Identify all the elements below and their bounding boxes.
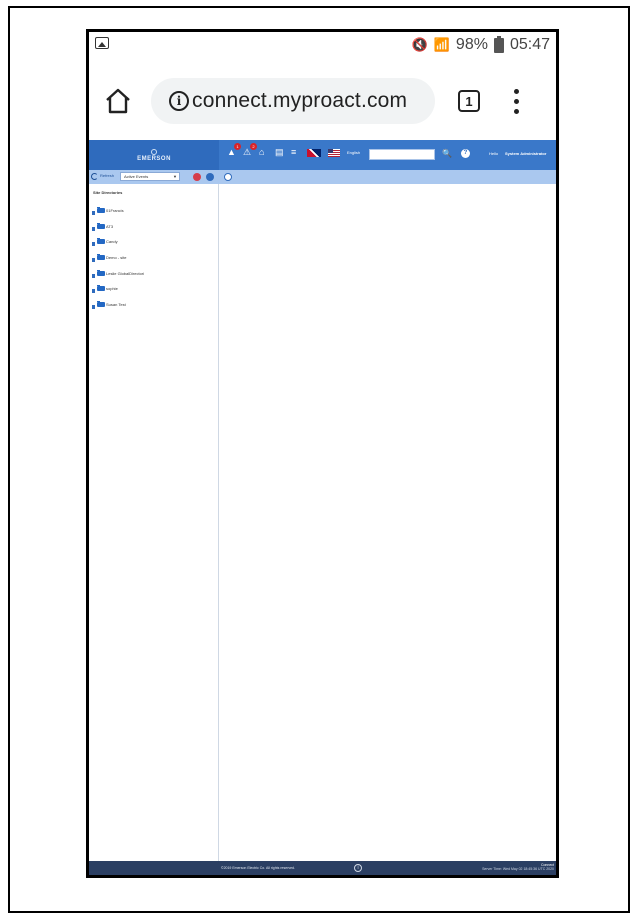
web-app: EMERSON ▲ 1 ⚠ 2 ⌂ ▤ ≡ English 🔍 ? Hello … (89, 140, 556, 875)
image-icon (95, 37, 109, 49)
tree-item-label: 01Francis (106, 208, 124, 214)
server-time: Server Time: Wed May 02 18:45:36 UTC 202… (482, 867, 554, 871)
tree-item[interactable]: Candy (89, 234, 144, 250)
tree-item-label: Susan Test (106, 301, 126, 307)
main-content (220, 184, 556, 861)
home-nav-button[interactable]: ⌂ (259, 148, 268, 157)
document-icon: ▤ (275, 147, 284, 157)
info-icon[interactable]: i (169, 91, 189, 111)
folder-icon (97, 238, 105, 245)
dot-icon (513, 88, 519, 94)
battery-icon (493, 35, 504, 53)
expander-icon[interactable] (92, 226, 95, 231)
chevron-down-icon: ▼ (173, 174, 177, 179)
collapse-button[interactable] (224, 173, 232, 181)
app-footer: ©2019 Emerson Electric Co. All rights re… (89, 861, 556, 875)
apply-button[interactable] (206, 173, 214, 181)
tree-item-label: Candy (106, 239, 118, 245)
refresh-label[interactable]: Refresh (100, 173, 114, 178)
event-filter-value: Active Events (124, 174, 149, 179)
tree-item[interactable]: Susan Test (89, 297, 144, 313)
tabs-button[interactable]: 1 (458, 90, 480, 112)
dot-icon (513, 98, 519, 104)
tree-item-label: Demo - site (106, 255, 127, 261)
battery-percent: 98% (455, 36, 488, 53)
home-icon (106, 88, 130, 114)
app-toolbar: Refresh Active Events ▼ (89, 170, 556, 184)
tree-item[interactable]: Demo - site (89, 250, 144, 266)
tree-item-label: Leslie GlobalDirectori (106, 270, 145, 276)
folder-icon (97, 269, 105, 276)
folder-icon (97, 207, 105, 214)
site-tree: 01Francis AT3 Candy Demo - site Leslie G… (89, 203, 144, 312)
info-icon[interactable]: i (354, 864, 362, 872)
mute-icon: 🔇 (411, 37, 428, 52)
language-label[interactable]: English (347, 150, 360, 155)
help-icon[interactable]: ? (461, 149, 470, 158)
notification-button[interactable]: ▲ 1 (227, 143, 241, 157)
tree-item[interactable]: sophie (89, 281, 144, 297)
expander-icon[interactable] (92, 304, 95, 309)
clock: 05:47 (509, 36, 550, 53)
alerts-button[interactable]: ⚠ 2 (243, 143, 257, 157)
event-filter-select[interactable]: Active Events ▼ (120, 172, 180, 181)
url-text: connect.myproact.com (192, 89, 408, 112)
hamburger-icon: ≡ (291, 147, 297, 157)
status-bar: 🔇 📶 98% 05:47 (89, 32, 556, 58)
dot-icon (513, 108, 519, 114)
refresh-icon[interactable] (91, 173, 98, 180)
uk-flag-icon[interactable] (307, 148, 321, 157)
alert-badge: 2 (250, 143, 257, 150)
header-icons: ▲ 1 ⚠ 2 ⌂ ▤ ≡ English (227, 143, 360, 157)
phone-screen: 🔇 📶 98% 05:47 i connect.myproact.com 1 E… (89, 32, 556, 875)
tree-item[interactable]: Leslie GlobalDirectori (89, 265, 144, 281)
hello-label: Hello (489, 151, 499, 156)
emerson-logo[interactable]: EMERSON (89, 140, 219, 170)
folder-icon (97, 222, 105, 229)
expander-icon[interactable] (92, 211, 95, 216)
sidebar-title: Site Directories (93, 190, 123, 195)
footer-right: Connect Server Time: Wed May 02 18:45:36… (482, 863, 554, 871)
app-header: EMERSON ▲ 1 ⚠ 2 ⌂ ▤ ≡ English 🔍 ? Hello … (89, 140, 556, 170)
browser-toolbar: i connect.myproact.com 1 (89, 58, 556, 140)
folder-icon (97, 285, 105, 292)
tree-item-label: AT3 (106, 223, 114, 229)
tree-item-label: sophie (106, 286, 118, 292)
notification-badge: 1 (234, 143, 241, 150)
phone-frame: 🔇 📶 98% 05:47 i connect.myproact.com 1 E… (86, 29, 559, 878)
search-icon[interactable]: 🔍 (442, 149, 452, 158)
expander-icon[interactable] (92, 242, 95, 247)
reports-button[interactable]: ▤ (275, 148, 284, 157)
folder-icon (97, 254, 105, 261)
header-search-input[interactable] (369, 149, 435, 160)
expander-icon[interactable] (92, 273, 95, 278)
user-menu[interactable]: System Administrator (505, 151, 546, 156)
address-bar[interactable]: i connect.myproact.com (151, 78, 435, 124)
logo-mark-icon (151, 148, 157, 155)
expander-icon[interactable] (92, 289, 95, 294)
folder-icon (97, 300, 105, 307)
status-right: 🔇 📶 98% 05:47 (412, 34, 550, 56)
logo-text: EMERSON (137, 155, 171, 162)
expander-icon[interactable] (92, 258, 95, 263)
copyright-text: ©2019 Emerson Electric Co. All rights re… (221, 866, 295, 870)
clear-button[interactable] (193, 173, 201, 181)
us-flag-icon[interactable] (328, 148, 340, 157)
more-menu-button[interactable] (509, 86, 523, 116)
site-directory-sidebar: Site Directories 01Francis AT3 Candy Dem… (89, 184, 219, 861)
tree-item[interactable]: 01Francis (89, 203, 144, 219)
tree-item[interactable]: AT3 (89, 219, 144, 235)
house-icon: ⌂ (259, 147, 265, 157)
menu-button[interactable]: ≡ (291, 148, 300, 157)
wifi-icon: 📶 (433, 37, 450, 52)
home-button[interactable] (103, 86, 133, 116)
